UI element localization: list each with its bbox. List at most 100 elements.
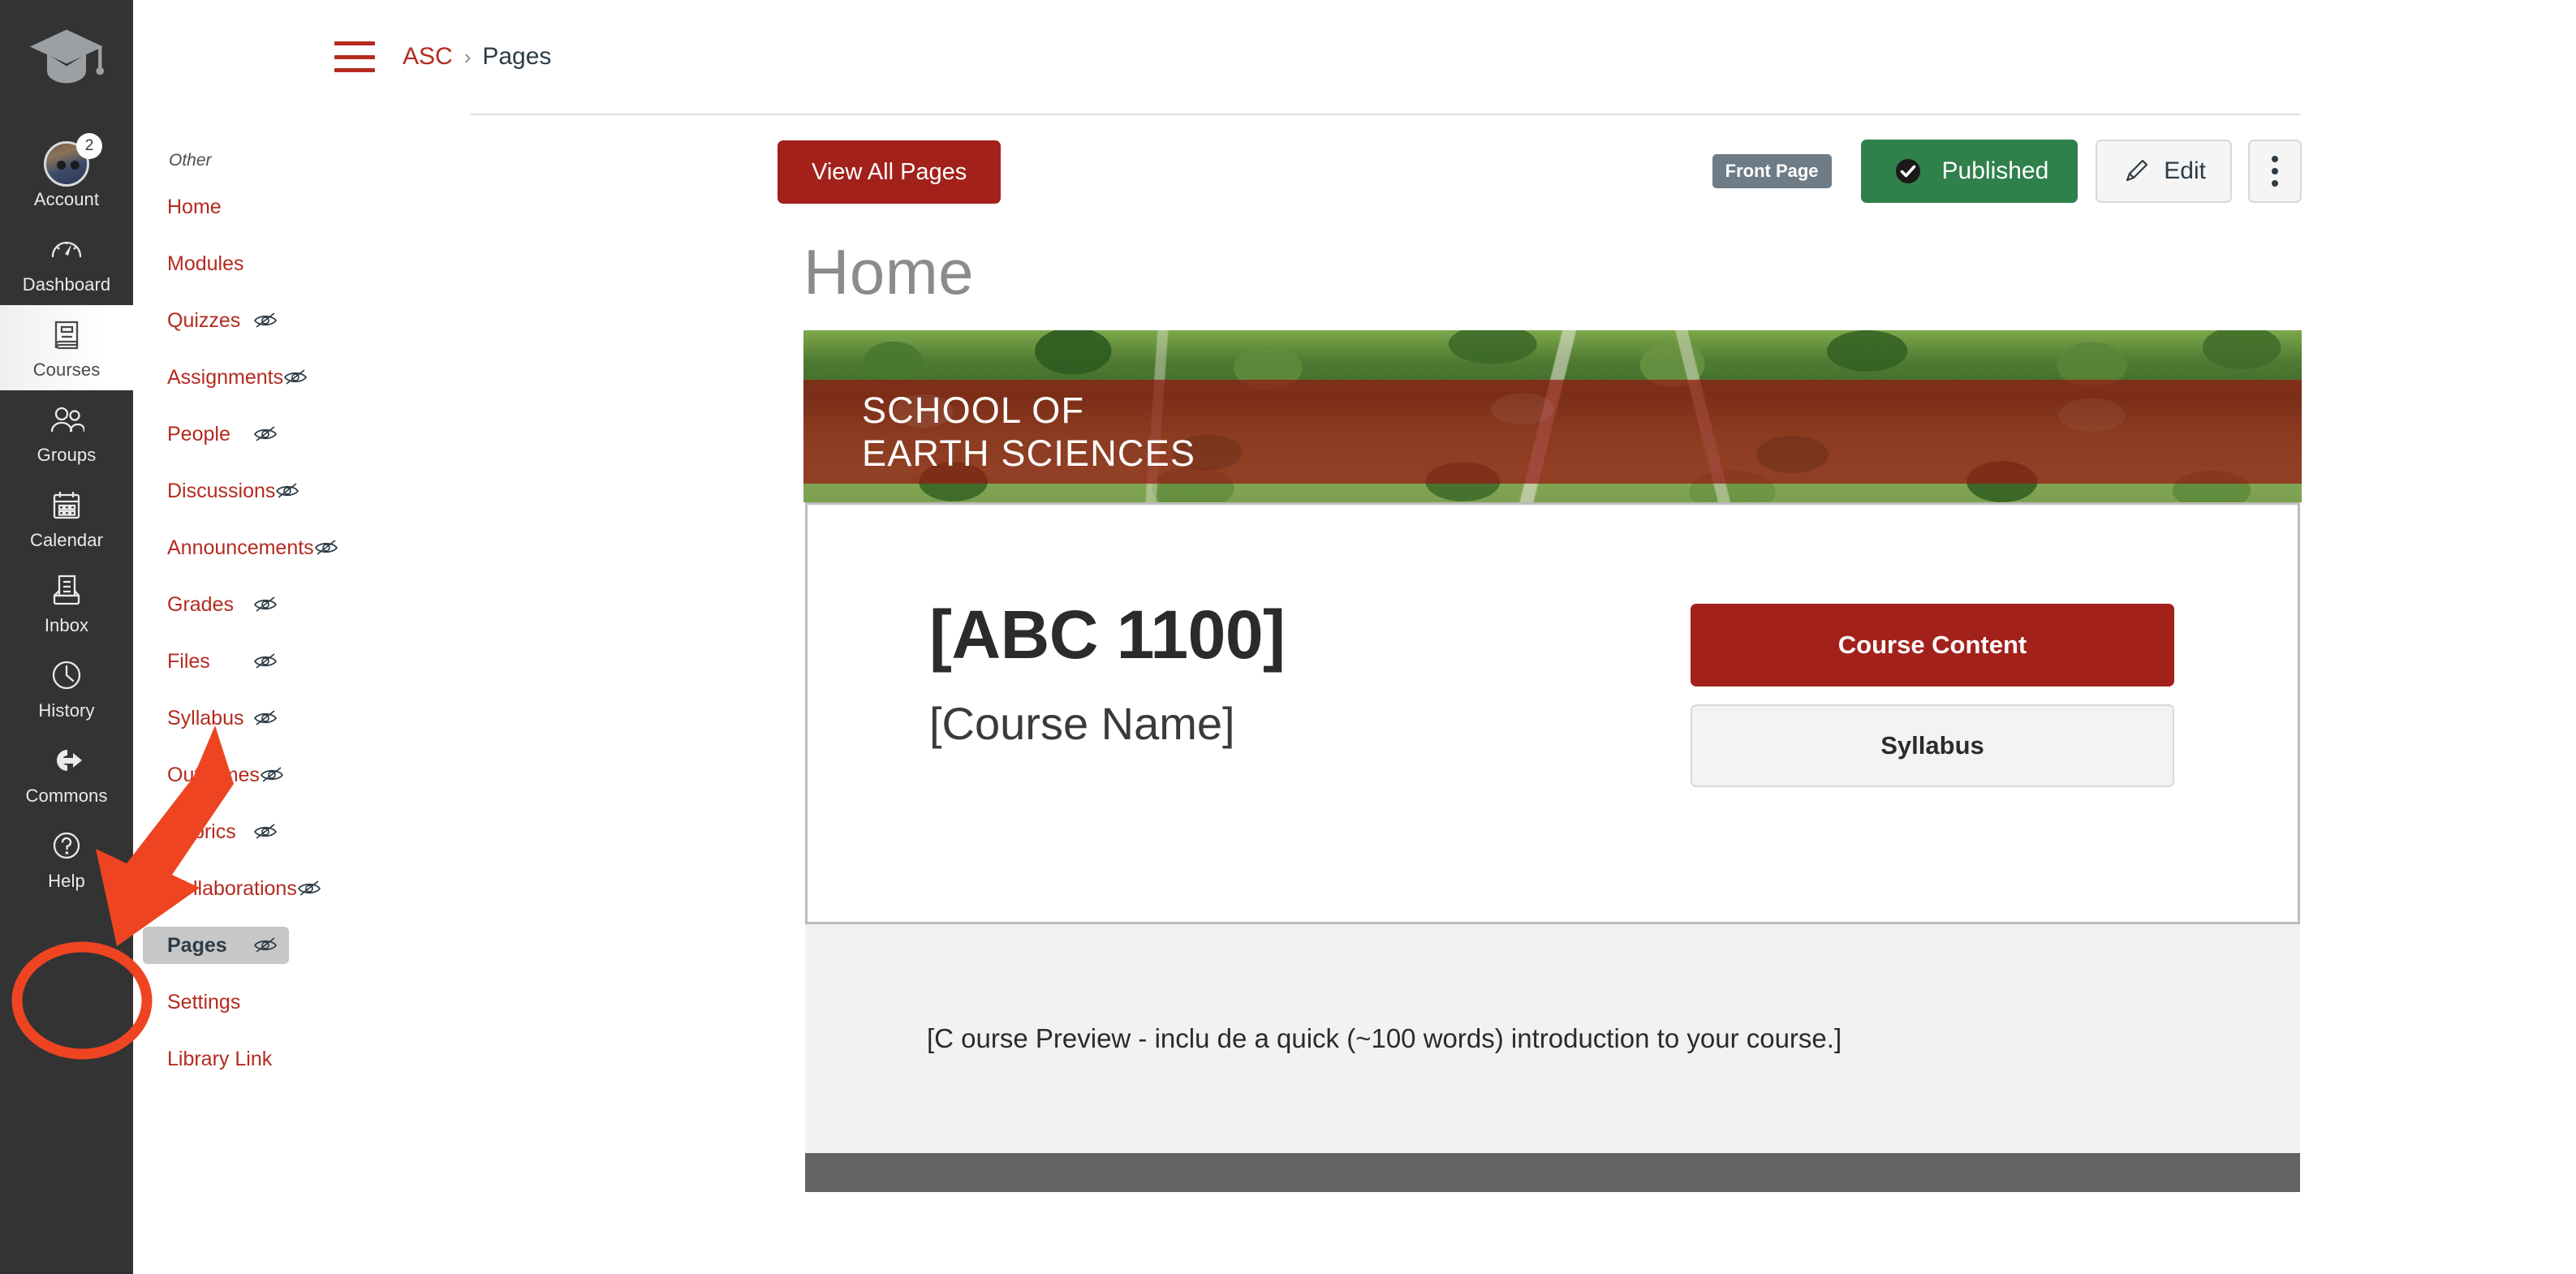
course-nav-item-people[interactable]: People bbox=[143, 415, 289, 453]
course-nav-label: Discussions bbox=[167, 480, 276, 502]
course-content-button[interactable]: Course Content bbox=[1691, 604, 2174, 686]
course-nav-label: Collaborations bbox=[167, 877, 297, 900]
course-nav-label: Announcements bbox=[167, 536, 314, 559]
edit-label: Edit bbox=[2164, 157, 2206, 184]
global-nav-inbox[interactable]: Inbox bbox=[0, 561, 133, 646]
hidden-eye-icon bbox=[297, 879, 321, 898]
main-content: ASC › Pages View All Pages Front Page Pu… bbox=[299, 0, 2576, 1274]
course-nav-item-grades[interactable]: Grades bbox=[143, 586, 289, 623]
course-nav-item-home[interactable]: Home bbox=[143, 188, 289, 226]
hamburger-icon[interactable] bbox=[334, 41, 375, 72]
course-nav-label: Outcomes bbox=[167, 764, 260, 786]
course-nav-item-assignments[interactable]: Assignments bbox=[143, 359, 308, 396]
course-nav-label: Home bbox=[167, 196, 222, 218]
course-nav-label: Quizzes bbox=[167, 309, 241, 332]
course-nav-label: Rubrics bbox=[167, 820, 236, 843]
edit-button[interactable]: Edit bbox=[2096, 140, 2232, 203]
commons-arrow-icon bbox=[48, 742, 85, 779]
global-nav-label: Commons bbox=[25, 785, 108, 806]
course-nav-label: Grades bbox=[167, 593, 234, 616]
course-nav-item-files[interactable]: Files bbox=[143, 643, 289, 680]
global-navigation: 2 Account Dashboard Courses Groups Calen… bbox=[0, 0, 133, 1274]
toolbar-right-group: Front Page Published Edit bbox=[1712, 140, 2302, 203]
breadcrumb-separator: › bbox=[463, 44, 472, 69]
clock-icon bbox=[48, 656, 85, 694]
banner-line-1: SCHOOL OF bbox=[862, 389, 1085, 431]
page-title: Home bbox=[803, 236, 975, 308]
course-nav-item-library-link[interactable]: Library Link bbox=[143, 1040, 289, 1078]
course-nav-label: Syllabus bbox=[167, 707, 244, 730]
course-nav-item-collaborations[interactable]: Collaborations bbox=[143, 870, 321, 907]
global-nav-courses[interactable]: Courses bbox=[0, 305, 133, 390]
course-nav-label: Assignments bbox=[167, 366, 284, 389]
hidden-eye-icon bbox=[253, 595, 278, 614]
global-nav-dashboard[interactable]: Dashboard bbox=[0, 220, 133, 305]
course-info-card: [ABC 1100] [Course Name] Course Content … bbox=[805, 502, 2300, 924]
page-toolbar: View All Pages Front Page Published Edit bbox=[299, 115, 2576, 204]
course-nav-label: Files bbox=[167, 650, 210, 673]
front-page-badge: Front Page bbox=[1712, 154, 1832, 188]
banner-red-overlay: SCHOOL OF EARTH SCIENCES bbox=[803, 380, 2302, 484]
avatar: 2 bbox=[44, 133, 102, 187]
hidden-eye-icon bbox=[283, 368, 308, 387]
course-preview-section: [C ourse Preview - inclu de a quick (~10… bbox=[805, 924, 2300, 1153]
course-nav-label: Pages bbox=[167, 934, 227, 957]
course-nav-item-announcements[interactable]: Announcements bbox=[143, 529, 338, 566]
global-nav-label: Groups bbox=[37, 445, 97, 465]
question-circle-icon bbox=[48, 827, 85, 864]
course-nav-item-syllabus[interactable]: Syllabus bbox=[143, 699, 289, 737]
published-label: Published bbox=[1941, 157, 2049, 184]
kebab-menu-icon[interactable] bbox=[2248, 140, 2302, 203]
hidden-eye-icon bbox=[253, 311, 278, 330]
inbox-icon bbox=[48, 571, 85, 609]
hidden-eye-icon bbox=[253, 424, 278, 444]
syllabus-button[interactable]: Syllabus bbox=[1691, 704, 2174, 787]
course-nav-item-settings[interactable]: Settings bbox=[143, 983, 289, 1021]
global-nav-account[interactable]: 2 Account bbox=[0, 133, 133, 220]
course-nav-item-modules[interactable]: Modules bbox=[143, 245, 289, 282]
global-nav-label: Account bbox=[33, 189, 100, 209]
global-nav-groups[interactable]: Groups bbox=[0, 390, 133, 476]
canvas-lms-page: 2 Account Dashboard Courses Groups Calen… bbox=[0, 0, 2576, 1274]
global-nav-history[interactable]: History bbox=[0, 646, 133, 731]
published-button[interactable]: Published bbox=[1860, 140, 2078, 203]
course-nav-label: Modules bbox=[167, 252, 244, 275]
view-all-pages-button[interactable]: View All Pages bbox=[778, 140, 1002, 204]
global-nav-label: History bbox=[38, 700, 95, 721]
course-nav-item-quizzes[interactable]: Quizzes bbox=[143, 302, 289, 339]
global-nav-help[interactable]: Help bbox=[0, 816, 133, 902]
people-icon bbox=[48, 401, 85, 438]
hidden-eye-icon bbox=[314, 538, 338, 557]
course-nav-item-rubrics[interactable]: Rubrics bbox=[143, 813, 289, 850]
school-banner-image: SCHOOL OF EARTH SCIENCES bbox=[803, 330, 2302, 502]
banner-line-2: EARTH SCIENCES bbox=[862, 433, 1196, 475]
global-nav-label: Inbox bbox=[44, 615, 89, 635]
course-code: [ABC 1100] bbox=[929, 596, 1286, 673]
course-preview-text: [C ourse Preview - inclu de a quick (~10… bbox=[927, 1023, 1842, 1053]
course-nav-item-discussions[interactable]: Discussions bbox=[143, 472, 299, 510]
course-nav-item-outcomes[interactable]: Outcomes bbox=[143, 756, 289, 794]
hidden-eye-icon bbox=[260, 765, 284, 785]
unread-badge: 2 bbox=[76, 133, 102, 159]
course-name: [Course Name] bbox=[929, 698, 1235, 749]
global-nav-label: Dashboard bbox=[22, 274, 111, 295]
course-nav-item-pages[interactable]: Pages bbox=[143, 927, 289, 964]
course-nav-label: Settings bbox=[167, 991, 241, 1014]
graduation-cap-icon bbox=[22, 13, 111, 102]
breadcrumb: ASC › Pages bbox=[299, 0, 2576, 114]
global-nav-label: Calendar bbox=[29, 530, 104, 550]
hidden-eye-icon bbox=[253, 652, 278, 671]
course-nav-label: People bbox=[167, 423, 230, 445]
breadcrumb-course[interactable]: ASC bbox=[403, 43, 453, 71]
banner-text: SCHOOL OF EARTH SCIENCES bbox=[803, 389, 1195, 475]
calendar-icon bbox=[48, 486, 85, 523]
card-action-buttons: Course Content Syllabus bbox=[1691, 604, 2174, 787]
course-nav-label: Library Link bbox=[167, 1048, 273, 1070]
global-nav-calendar[interactable]: Calendar bbox=[0, 476, 133, 561]
bottom-gray-band bbox=[805, 1153, 2300, 1192]
hidden-eye-icon bbox=[253, 822, 278, 841]
global-nav-label: Courses bbox=[32, 359, 101, 380]
hidden-eye-icon bbox=[253, 936, 278, 955]
global-nav-commons[interactable]: Commons bbox=[0, 731, 133, 816]
course-nav-section-label: Other bbox=[169, 151, 212, 170]
